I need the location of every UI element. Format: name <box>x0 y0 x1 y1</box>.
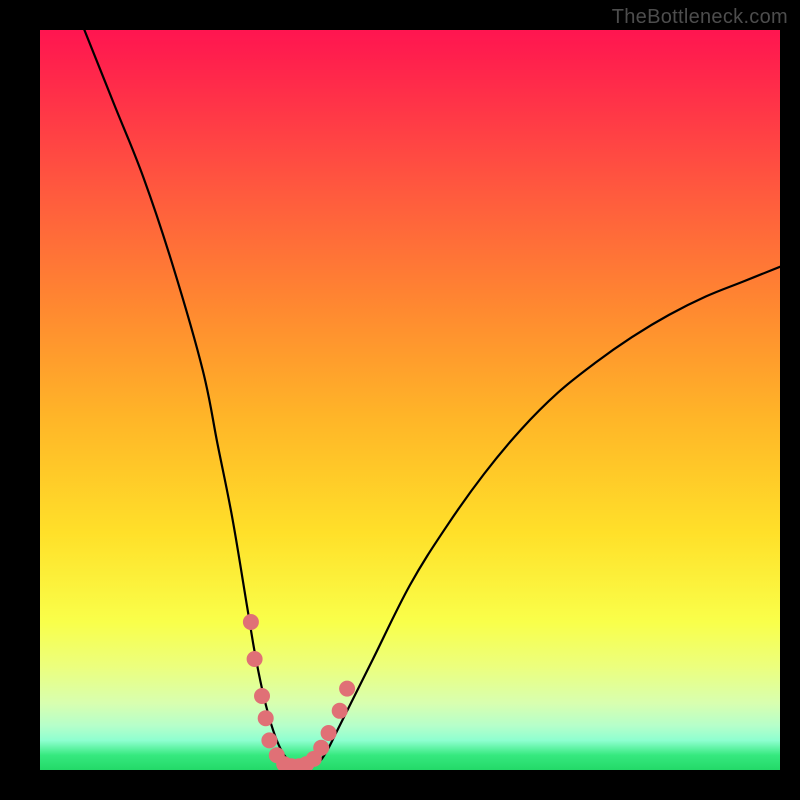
data-marker <box>313 740 329 756</box>
data-marker <box>254 688 270 704</box>
data-marker <box>258 710 274 726</box>
plot-area <box>40 30 780 770</box>
data-marker <box>247 651 263 667</box>
bottleneck-curve <box>84 30 780 768</box>
data-marker <box>321 725 337 741</box>
chart-frame: TheBottleneck.com <box>0 0 800 800</box>
chart-svg <box>40 30 780 770</box>
data-marker <box>243 614 259 630</box>
data-marker <box>339 681 355 697</box>
data-marker <box>332 703 348 719</box>
data-marker <box>261 732 277 748</box>
watermark-text: TheBottleneck.com <box>612 6 788 29</box>
marker-group <box>243 614 355 770</box>
